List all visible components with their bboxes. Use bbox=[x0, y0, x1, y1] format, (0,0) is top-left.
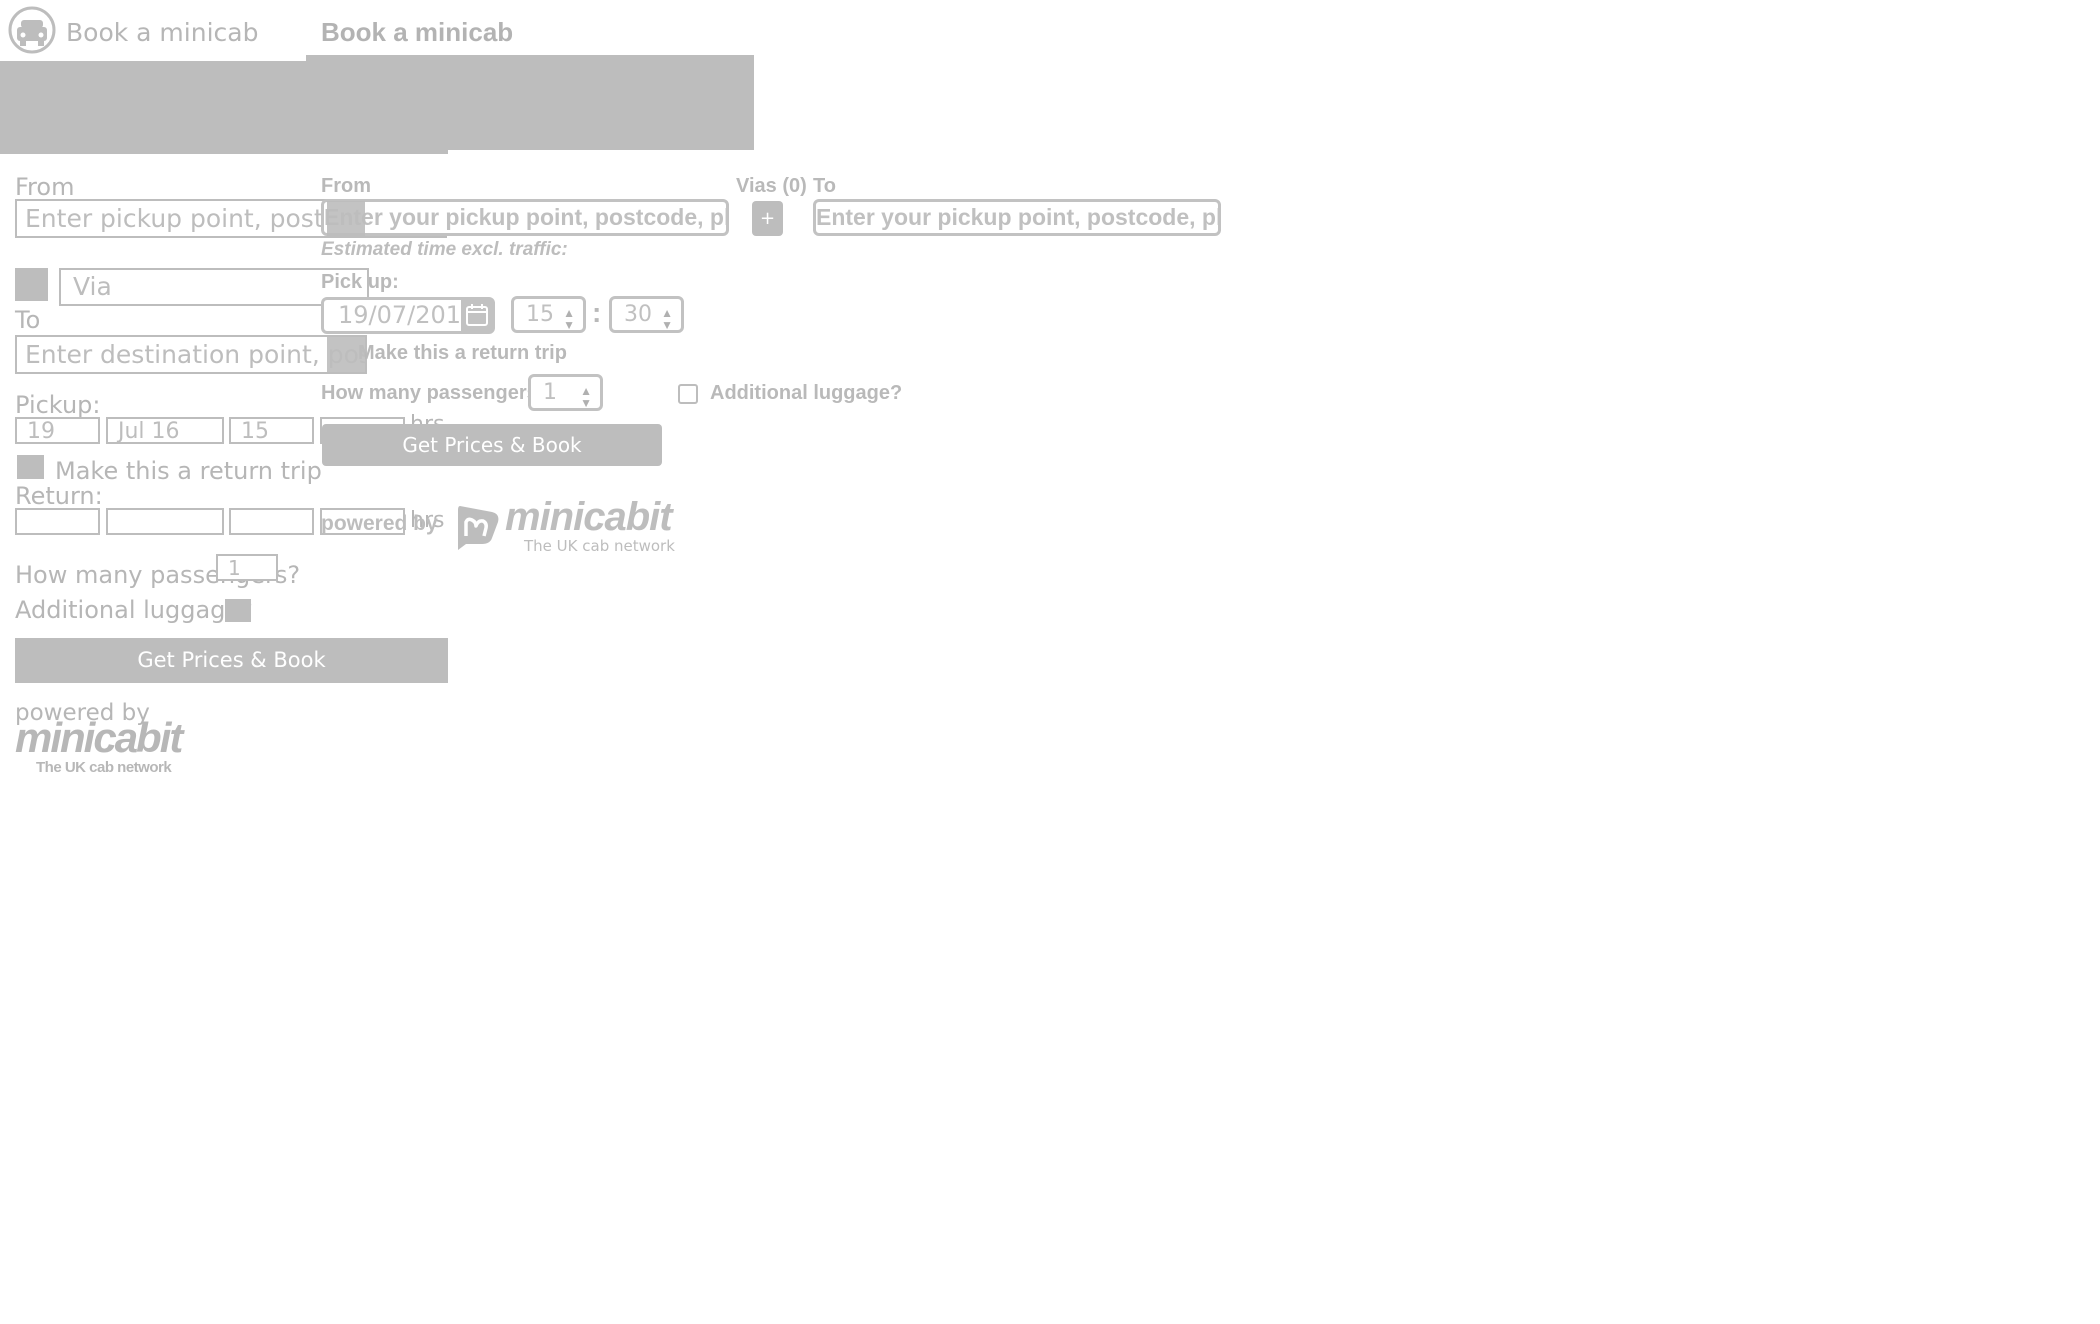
left-passengers-value: 1 bbox=[228, 556, 241, 580]
left-return-trip-label: Make this a return trip bbox=[55, 457, 322, 485]
left-to-input[interactable]: Enter destination point, postcode, pl bbox=[15, 335, 367, 374]
right-pickup-label: Pick up: bbox=[321, 271, 399, 293]
right-luggage-checkbox[interactable] bbox=[678, 384, 698, 404]
left-pickup-hour-select[interactable]: 15 bbox=[229, 417, 314, 444]
left-pickup-hour-value: 15 bbox=[241, 419, 269, 444]
right-minicabit-brand: minicabit bbox=[505, 495, 673, 539]
calendar-icon[interactable] bbox=[461, 299, 493, 332]
right-hour-spinner[interactable]: 15 ▲ ▼ bbox=[511, 296, 586, 333]
right-minicabit-logo: minicabit The UK cab network bbox=[505, 496, 685, 556]
left-return-day-select[interactable] bbox=[15, 508, 100, 535]
right-vias-label: Vias (0) bbox=[736, 175, 807, 197]
right-minute-spinner-arrows[interactable]: ▲ ▼ bbox=[661, 307, 673, 330]
right-passengers-spinner[interactable]: 1 ▲ ▼ bbox=[528, 374, 603, 411]
right-from-placeholder: Enter your pickup point, postcode, place… bbox=[324, 204, 729, 230]
right-to-input[interactable]: Enter your pickup point, postcode, place… bbox=[813, 199, 1221, 236]
right-from-label: From bbox=[321, 175, 371, 197]
left-minicabit-logo: minicabit The UK cab network bbox=[15, 716, 205, 776]
left-return-month-select[interactable] bbox=[106, 508, 224, 535]
right-hour-spinner-arrows[interactable]: ▲ ▼ bbox=[563, 307, 575, 330]
right-return-trip-checkbox[interactable] bbox=[327, 336, 365, 372]
left-pickup-month-value: Jul 16 bbox=[118, 419, 180, 444]
left-minicabit-tagline: The UK cab network bbox=[36, 759, 172, 776]
left-from-label: From bbox=[15, 173, 75, 201]
left-return-label: Return: bbox=[15, 482, 103, 510]
left-pickup-day-value: 19 bbox=[27, 419, 55, 444]
right-minicabit-tagline: The UK cab network bbox=[524, 537, 675, 555]
right-minicabit-m-icon bbox=[452, 498, 502, 552]
right-title: Book a minicab bbox=[321, 17, 514, 47]
right-time-separator: : bbox=[592, 297, 602, 328]
left-add-via-button[interactable] bbox=[15, 268, 48, 301]
left-pickup-month-select[interactable]: Jul 16 bbox=[106, 417, 224, 444]
taxi-icon bbox=[8, 6, 56, 54]
right-get-prices-button[interactable]: Get Prices & Book bbox=[322, 424, 662, 466]
right-return-trip-label: Make this a return trip bbox=[358, 342, 567, 364]
right-passengers-spinner-arrows[interactable]: ▲ ▼ bbox=[580, 385, 592, 408]
left-get-prices-button[interactable]: Get Prices & Book bbox=[15, 638, 448, 683]
right-to-label: To bbox=[813, 175, 836, 197]
left-pickup-label: Pickup: bbox=[15, 391, 101, 419]
left-header-title: Book a minicab bbox=[66, 18, 259, 47]
right-to-placeholder: Enter your pickup point, postcode, place… bbox=[816, 204, 1221, 230]
right-from-input[interactable]: Enter your pickup point, postcode, place… bbox=[321, 199, 729, 236]
right-header-banner bbox=[306, 55, 754, 150]
left-to-placeholder: Enter destination point, postcode, pl bbox=[25, 340, 365, 369]
left-passengers-select[interactable]: 1 bbox=[216, 554, 278, 581]
left-luggage-label: Additional luggage? bbox=[15, 596, 253, 624]
right-add-via-button[interactable]: + bbox=[752, 201, 783, 236]
left-minicabit-brand: minicabit bbox=[15, 714, 183, 761]
left-to-label: To bbox=[15, 306, 41, 334]
left-pickup-day-select[interactable]: 19 bbox=[15, 417, 100, 444]
right-passengers-label: How many passengers? bbox=[321, 382, 550, 404]
left-return-trip-checkbox[interactable] bbox=[17, 455, 44, 479]
left-return-hour-select[interactable] bbox=[229, 508, 314, 535]
left-luggage-checkbox[interactable] bbox=[225, 599, 251, 622]
right-estimate-text: Estimated time excl. traffic: bbox=[321, 239, 568, 260]
right-luggage-label: Additional luggage? bbox=[710, 382, 903, 404]
right-powered-by: powered by bbox=[321, 512, 438, 535]
right-from-location-button[interactable] bbox=[327, 201, 365, 236]
right-minute-spinner[interactable]: 30 ▲ ▼ bbox=[609, 296, 684, 333]
